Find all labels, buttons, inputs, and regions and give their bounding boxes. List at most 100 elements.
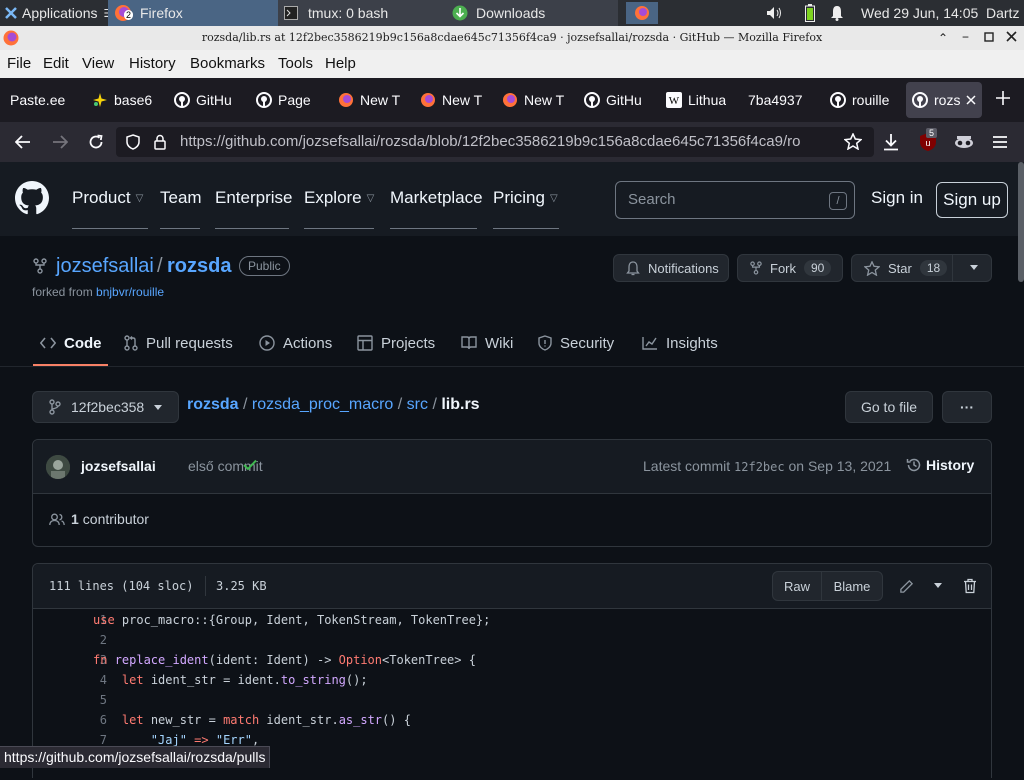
close-tab-icon[interactable] [966,95,976,105]
tab-insights[interactable]: Insights [642,333,718,353]
tab-github-1[interactable]: GitHu [168,82,248,118]
tab-pull-requests[interactable]: Pull requests [124,333,233,353]
menu-edit[interactable]: Edit [43,55,69,72]
code-text: let new_str = match ident_str.as_str() { [121,713,411,727]
menu-file[interactable]: File [7,55,31,72]
taskbar-firefox[interactable]: 2 Firefox [108,0,278,26]
pencil-icon[interactable] [899,579,914,594]
minimize-window-icon[interactable]: – [962,29,969,45]
go-to-file-button[interactable]: Go to file [845,391,933,423]
new-tab-icon[interactable] [996,91,1010,105]
fork-button[interactable]: Fork 90 [737,254,843,282]
tab-label: Wiki [485,334,514,352]
url-bar[interactable]: https://github.com/jozsefsallai/rozsda/b… [116,127,874,157]
github-logo-icon[interactable] [15,181,49,215]
tab-github-2[interactable]: GitHu [578,82,658,118]
commit-sha[interactable]: 12f2bec [734,460,785,474]
breadcrumb-repo[interactable]: rozsda [187,396,239,413]
repo-name-link[interactable]: rozsda [167,255,231,278]
nav-product[interactable]: Product ▽ [72,188,143,208]
tab-new-tab-3[interactable]: New T [496,82,576,118]
breadcrumb-dir[interactable]: rozsda_proc_macro [252,396,393,413]
page-scrollbar-thumb[interactable] [1018,162,1024,282]
close-window-icon[interactable] [1006,31,1017,42]
tab-wiki[interactable]: Wiki [461,333,513,353]
menu-tools[interactable]: Tools [278,55,313,72]
history-link[interactable]: History [906,457,974,473]
nav-enterprise[interactable]: Enterprise [215,188,292,208]
clock[interactable]: Wed 29 Jun, 14:05 [861,0,978,26]
breadcrumb-src[interactable]: src [407,396,428,413]
shield-icon [538,335,560,351]
maximize-window-icon[interactable] [984,32,994,42]
menu-bookmarks[interactable]: Bookmarks [190,55,265,72]
raw-button[interactable]: Raw [772,571,822,601]
branch-select-button[interactable]: 12f2bec358 [32,391,179,423]
tab-wikipedia[interactable]: W Lithua [660,82,740,118]
nav-pricing[interactable]: Pricing ▽ [493,188,558,208]
tab-code[interactable]: Code [40,333,102,353]
user-name[interactable]: Dartz [986,0,1024,26]
tab-commit[interactable]: 7ba4937 [742,82,822,118]
trash-icon[interactable] [963,578,977,594]
hamburger-menu-icon[interactable] [992,135,1008,149]
firefox-icon [420,92,436,108]
lock-icon[interactable] [154,134,166,150]
contributors-label: contributor [82,511,149,527]
private-mask-icon[interactable] [954,134,974,150]
tab-base6[interactable]: base6 [86,82,166,118]
notifications-button[interactable]: Notifications [613,254,729,282]
tab-actions[interactable]: Actions [259,333,332,353]
menu-view[interactable]: View [82,55,114,72]
menu-help[interactable]: Help [325,55,356,72]
tab-projects[interactable]: Projects [357,333,435,353]
check-icon[interactable] [243,459,257,471]
repo-owner-link[interactable]: jozsefsallai [56,255,154,278]
sign-in-link[interactable]: Sign in [871,188,923,208]
author-avatar[interactable] [46,455,70,479]
tab-paste-ee[interactable]: Paste.ee [4,82,84,118]
shield-icon[interactable] [126,134,140,150]
volume-icon[interactable] [766,0,786,26]
url-text[interactable]: https://github.com/jozsefsallai/rozsda/b… [180,133,836,150]
nav-team[interactable]: Team [160,188,202,208]
star-dropdown-caret-icon[interactable] [970,265,978,270]
blame-button[interactable]: Blame [821,571,883,601]
more-options-button[interactable]: ··· [942,391,992,423]
search-input[interactable]: Search / [615,181,855,219]
star-label: Star [888,260,912,276]
tab-security[interactable]: Security [538,333,614,353]
notification-bell-icon[interactable] [830,0,846,26]
taskbar-firefox-mini[interactable] [626,2,658,24]
taskbar-downloads[interactable]: Downloads [446,0,618,26]
code-line: 6 let new_str = match ident_str.as_str()… [33,710,991,730]
nav-marketplace[interactable]: Marketplace [390,188,483,208]
tab-new-tab-2[interactable]: New T [414,82,494,118]
reload-icon[interactable] [88,134,104,150]
tab-rouille[interactable]: rouille [824,82,904,118]
taskbar-tmux[interactable]: tmux: 0 bash [278,0,446,26]
line-number[interactable]: 5 [73,693,107,707]
tab-new-tab-1[interactable]: New T [332,82,412,118]
star-icon [864,260,880,276]
bookmark-star-icon[interactable] [844,133,862,150]
forked-from-link[interactable]: bnjbvr/rouille [96,285,164,299]
sign-up-button[interactable]: Sign up [936,182,1008,218]
shade-window-icon[interactable]: ⌃ [938,31,948,45]
battery-icon[interactable] [805,0,819,26]
back-arrow-icon[interactable] [15,135,31,149]
downloads-icon[interactable] [883,133,899,151]
applications-menu[interactable]: Applications ☰ [0,0,108,26]
nav-label: Enterprise [215,188,293,207]
forward-arrow-icon[interactable] [52,135,68,149]
nav-explore[interactable]: Explore ▽ [304,188,374,208]
line-number[interactable]: 2 [73,633,107,647]
tab-label: Insights [666,334,718,352]
menu-history[interactable]: History [129,55,176,72]
contributors-info[interactable]: 1 contributor [49,511,149,527]
star-button[interactable]: Star 18 [851,254,992,282]
commit-author[interactable]: jozsefsallai [81,458,156,474]
tab-github-pages[interactable]: Page [250,82,330,118]
tab-rozsda-active[interactable]: rozs [906,82,982,118]
edit-dropdown-caret-icon[interactable] [934,583,942,588]
